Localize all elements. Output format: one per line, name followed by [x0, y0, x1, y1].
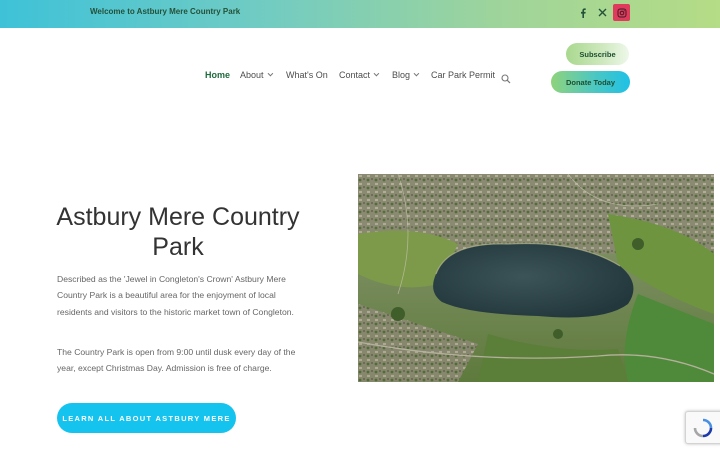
chevron-down-icon [373, 70, 380, 77]
recaptcha-icon [693, 418, 713, 437]
top-bar: Welcome to Astbury Mere Country Park [0, 0, 720, 28]
nav-label: Contact [339, 70, 371, 80]
search-icon[interactable] [501, 71, 511, 89]
nav-label: What's On [286, 70, 328, 80]
nav-label: Car Park Permit [431, 70, 496, 80]
opening-hours-paragraph: The Country Park is open from 9:00 until… [57, 347, 296, 374]
nav-label: About [240, 70, 264, 80]
chevron-down-icon [413, 70, 420, 77]
page-title: Astbury Mere Country Park [56, 203, 300, 261]
welcome-text: Welcome to Astbury Mere Country Park [90, 7, 241, 16]
nav-label: Blog [392, 70, 411, 80]
recaptcha-badge[interactable] [685, 411, 720, 444]
nav-item-blog[interactable]: Blog [392, 70, 420, 80]
instagram-icon[interactable] [613, 4, 630, 21]
facebook-icon[interactable] [574, 4, 591, 21]
nav-item-home[interactable]: Home [205, 70, 230, 80]
intro-paragraph: Described as the 'Jewel in Congleton's C… [57, 274, 294, 317]
chevron-down-icon [267, 70, 273, 77]
aerial-photo [358, 174, 714, 382]
learn-more-button[interactable]: LEARN ALL ABOUT ASTBURY MERE [57, 403, 236, 433]
nav-item-car-park-permit[interactable]: Car Park Permit [431, 70, 495, 80]
nav-item-about[interactable]: About [240, 70, 273, 80]
nav-item-whats-on[interactable]: What's On [286, 70, 328, 80]
nav-label: Home [205, 70, 231, 80]
subscribe-button[interactable]: Subscribe [566, 43, 629, 65]
donate-button[interactable]: Donate Today [551, 71, 630, 93]
x-icon[interactable] [594, 4, 611, 21]
nav-item-contact[interactable]: Contact [339, 70, 380, 80]
